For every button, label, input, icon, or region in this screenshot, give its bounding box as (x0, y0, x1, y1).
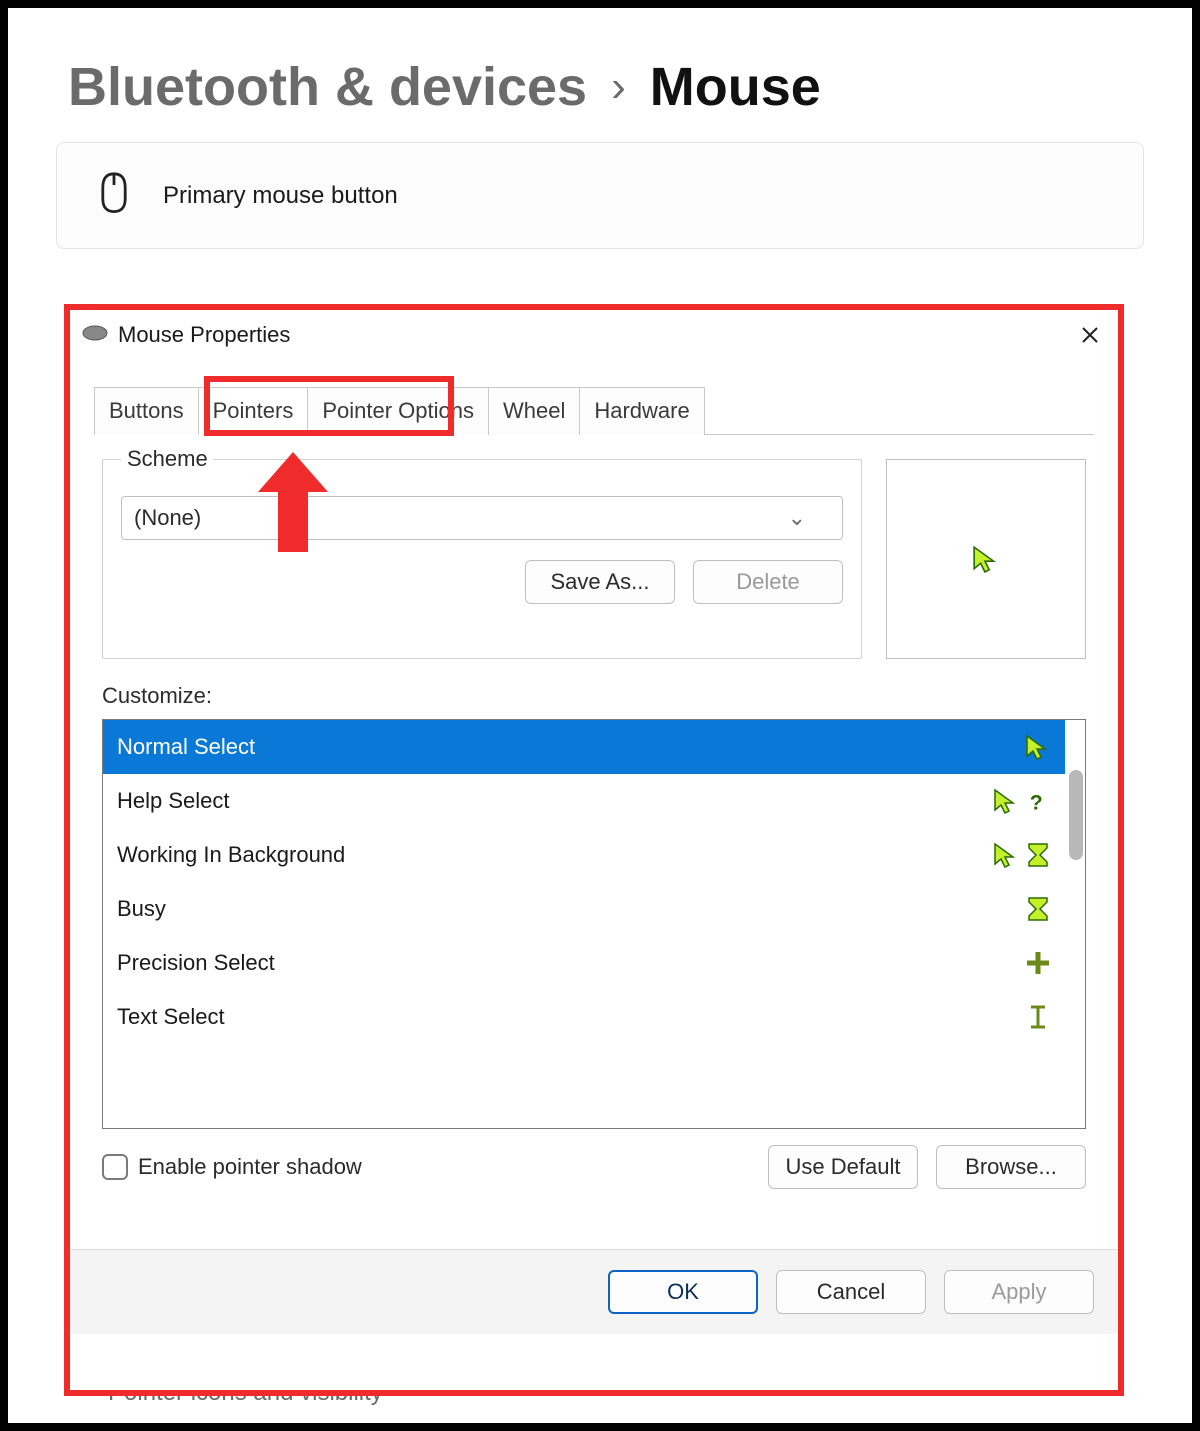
scheme-legend: Scheme (121, 446, 214, 472)
chevron-down-icon: ⌄ (788, 505, 806, 531)
delete-button: Delete (693, 560, 843, 604)
save-as-button[interactable]: Save As... (525, 560, 675, 604)
cancel-button[interactable]: Cancel (776, 1270, 926, 1314)
use-default-button[interactable]: Use Default (768, 1145, 918, 1189)
cursor-list[interactable]: Normal Select Help Select Working In Bac… (102, 719, 1086, 1129)
browse-button[interactable]: Browse... (936, 1145, 1086, 1189)
chevron-right-icon: › (611, 62, 626, 112)
pointer-shadow-label: Enable pointer shadow (138, 1154, 362, 1180)
breadcrumb: Bluetooth & devices › Mouse (8, 8, 1192, 142)
cursor-item-help-select[interactable]: Help Select (103, 774, 1065, 828)
scrollbar-thumb[interactable] (1069, 770, 1083, 860)
setting-label: Primary mouse button (163, 182, 398, 210)
cursor-item-working-background[interactable]: Working In Background (103, 828, 1065, 882)
cursor-ibeam-icon (1025, 1004, 1051, 1030)
dialog-tabs: Buttons Pointers Pointer Options Wheel H… (94, 386, 1094, 435)
apply-button: Apply (944, 1270, 1094, 1314)
cursor-item-text-select[interactable]: Text Select (103, 990, 1065, 1044)
pointer-shadow-checkbox[interactable] (102, 1154, 128, 1180)
mouse-device-icon (82, 322, 108, 348)
tab-buttons[interactable]: Buttons (94, 387, 199, 435)
dialog-titlebar: Mouse Properties (70, 310, 1118, 360)
cursor-item-label: Text Select (117, 1004, 225, 1030)
cursor-item-busy[interactable]: Busy (103, 882, 1065, 936)
pointer-shadow-checkbox-row[interactable]: Enable pointer shadow (102, 1154, 362, 1180)
tab-pointers[interactable]: Pointers (198, 387, 309, 435)
cursor-arrow-icon (1025, 734, 1051, 760)
setting-primary-mouse-button[interactable]: Primary mouse button (56, 142, 1144, 249)
cursor-item-label: Busy (117, 896, 166, 922)
cursor-item-label: Normal Select (117, 734, 255, 760)
mouse-icon (93, 171, 135, 220)
cursor-crosshair-icon (1025, 950, 1051, 976)
tab-hardware[interactable]: Hardware (579, 387, 704, 435)
annotation-arrow-icon (258, 452, 328, 557)
cursor-item-label: Help Select (117, 788, 230, 814)
cursor-arrow-question-icon (993, 788, 1051, 814)
cursor-item-normal-select[interactable]: Normal Select (103, 720, 1065, 774)
customize-label: Customize: (102, 683, 1086, 709)
cursor-preview (886, 459, 1086, 659)
close-button[interactable] (1070, 315, 1110, 355)
cursor-item-label: Working In Background (117, 842, 345, 868)
scheme-dropdown[interactable]: (None) ⌄ (121, 496, 843, 540)
tab-pointer-options[interactable]: Pointer Options (307, 387, 489, 435)
cursor-item-precision-select[interactable]: Precision Select (103, 936, 1065, 990)
scheme-group: Scheme (None) ⌄ Save As... Delete (102, 459, 862, 659)
tab-wheel[interactable]: Wheel (488, 387, 580, 435)
cursor-item-label: Precision Select (117, 950, 275, 976)
breadcrumb-page: Mouse (650, 56, 821, 118)
dialog-footer: OK Cancel Apply (70, 1249, 1118, 1334)
ok-button[interactable]: OK (608, 1270, 758, 1314)
cursor-arrow-hourglass-icon (993, 842, 1051, 868)
scheme-selected-value: (None) (134, 505, 201, 531)
dialog-title: Mouse Properties (118, 322, 290, 348)
cursor-hourglass-icon (1025, 896, 1051, 922)
breadcrumb-section[interactable]: Bluetooth & devices (68, 56, 587, 118)
mouse-properties-dialog: Mouse Properties Buttons Pointers Pointe… (64, 304, 1124, 1396)
